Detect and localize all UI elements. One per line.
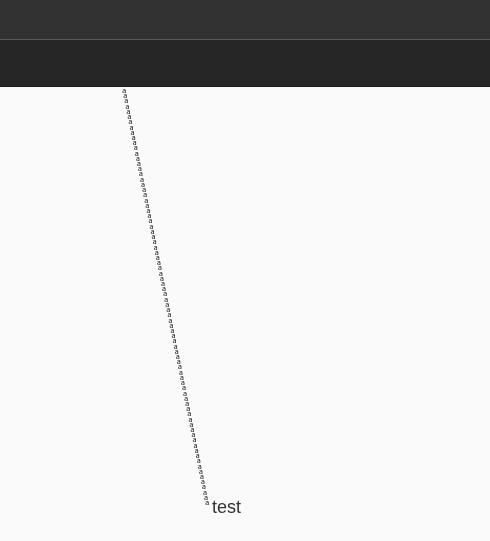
- drawing-canvas[interactable]: [0, 87, 490, 541]
- text-label: test: [212, 497, 242, 517]
- window-titlebar: [0, 0, 490, 40]
- toolbar: [0, 40, 490, 87]
- trail-glyph: a: [205, 499, 210, 507]
